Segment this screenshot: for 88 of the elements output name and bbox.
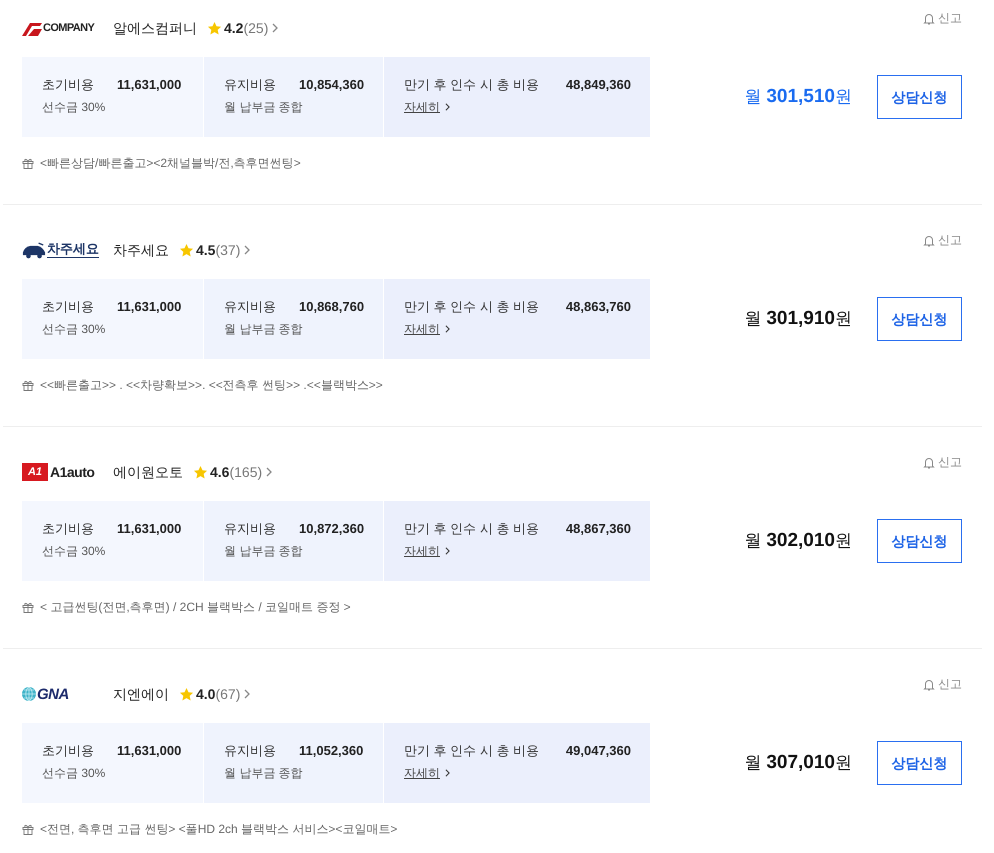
cost-value: 10,872,360 bbox=[299, 520, 364, 538]
cost-label: 초기비용 bbox=[42, 298, 95, 316]
consult-button[interactable]: 상담신청 bbox=[877, 519, 962, 563]
chevron-icon bbox=[445, 547, 450, 555]
cost-label: 만기 후 인수 시 총 비용 bbox=[404, 520, 540, 538]
details-link[interactable]: 자세히 bbox=[404, 321, 450, 337]
gift-icon bbox=[22, 823, 34, 835]
logo-wordmark: COMPANY bbox=[43, 22, 94, 34]
logo-wordmark: 차주세요 bbox=[47, 242, 99, 258]
cost-note: 선수금 30% bbox=[42, 99, 106, 115]
cost-label: 초기비용 bbox=[42, 742, 95, 760]
rating-link[interactable]: 4.0(67) bbox=[179, 684, 250, 704]
company-name: 지엔에이 bbox=[113, 684, 169, 704]
rating-link[interactable]: 4.2(25) bbox=[207, 18, 278, 38]
gift-benefits: <빠른상담/빠른출고><2채널블박/전,측후면썬팅> bbox=[40, 155, 301, 172]
chevron-icon bbox=[244, 689, 250, 699]
chevron-icon bbox=[445, 103, 450, 111]
bell-icon bbox=[923, 12, 935, 24]
cost-label: 만기 후 인수 시 총 비용 bbox=[404, 76, 540, 94]
report-button[interactable]: 신고 bbox=[923, 10, 962, 26]
star-icon bbox=[179, 242, 194, 258]
cost-note: 월 납부금 종합 bbox=[224, 99, 303, 115]
company-name: 에이원오토 bbox=[113, 462, 183, 482]
gift-benefits: <전면, 측후면 고급 썬팅> <풀HD 2ch 블랙박스 서비스><코일매트> bbox=[40, 821, 398, 838]
cost-value: 48,867,360 bbox=[566, 520, 631, 538]
cost-value: 11,631,000 bbox=[117, 298, 182, 316]
cost-note: 선수금 30% bbox=[42, 543, 106, 559]
cost-value: 10,854,360 bbox=[299, 76, 364, 94]
cost-value: 11,052,360 bbox=[299, 742, 364, 760]
cost-note: 월 납부금 종합 bbox=[224, 321, 303, 337]
cost-value: 11,631,000 bbox=[117, 520, 182, 538]
star-icon bbox=[193, 464, 208, 480]
cost-label: 유지비용 bbox=[224, 742, 277, 760]
consult-button[interactable]: 상담신청 bbox=[877, 75, 962, 119]
cost-label: 유지비용 bbox=[224, 76, 277, 94]
cost-note: 월 납부금 종합 bbox=[224, 765, 303, 781]
cost-value: 11,631,000 bbox=[117, 76, 182, 94]
star-icon bbox=[179, 686, 194, 702]
report-button[interactable]: 신고 bbox=[923, 454, 962, 470]
logo-mark-icon bbox=[22, 20, 42, 36]
cost-label: 만기 후 인수 시 총 비용 bbox=[404, 742, 540, 760]
cost-note: 선수금 30% bbox=[42, 765, 106, 781]
rating-link[interactable]: 4.6(165) bbox=[193, 462, 272, 482]
chevron-icon bbox=[272, 23, 278, 33]
report-button[interactable]: 신고 bbox=[923, 232, 962, 248]
gift-icon bbox=[22, 157, 34, 169]
cost-value: 49,047,360 bbox=[566, 742, 631, 760]
car-logo-icon bbox=[22, 242, 46, 258]
bell-icon bbox=[923, 456, 935, 468]
report-button[interactable]: 신고 bbox=[923, 676, 962, 692]
star-icon bbox=[207, 20, 222, 36]
gift-benefits: < 고급썬팅(전면,측후면) / 2CH 블랙박스 / 코일매트 증정 > bbox=[40, 599, 351, 616]
chevron-icon bbox=[445, 769, 450, 777]
cost-label: 초기비용 bbox=[42, 520, 95, 538]
chevron-icon bbox=[244, 245, 250, 255]
gift-icon bbox=[22, 601, 34, 613]
bell-icon bbox=[923, 678, 935, 690]
cost-label: 만기 후 인수 시 총 비용 bbox=[404, 298, 540, 316]
details-link[interactable]: 자세히 bbox=[404, 765, 450, 781]
consult-button[interactable]: 상담신청 bbox=[877, 741, 962, 785]
globe-icon bbox=[22, 687, 36, 701]
cost-value: 10,868,760 bbox=[299, 298, 364, 316]
monthly-price: 월 307,010원 bbox=[744, 750, 852, 775]
chevron-icon bbox=[266, 467, 272, 477]
rating-link[interactable]: 4.5(37) bbox=[179, 240, 250, 260]
logo-wordmark: GNA bbox=[37, 686, 69, 702]
consult-button[interactable]: 상담신청 bbox=[877, 297, 962, 341]
logo-badge: A1 bbox=[22, 463, 48, 481]
monthly-price: 월 301,510원 bbox=[744, 84, 852, 109]
details-link[interactable]: 자세히 bbox=[404, 99, 450, 115]
company-name: 알에스컴퍼니 bbox=[113, 18, 197, 38]
cost-label: 유지비용 bbox=[224, 298, 277, 316]
monthly-price: 월 302,010원 bbox=[744, 528, 852, 553]
chevron-icon bbox=[445, 325, 450, 333]
details-link[interactable]: 자세히 bbox=[404, 543, 450, 559]
gift-icon bbox=[22, 379, 34, 391]
cost-note: 월 납부금 종합 bbox=[224, 543, 303, 559]
bell-icon bbox=[923, 234, 935, 246]
cost-note: 선수금 30% bbox=[42, 321, 106, 337]
logo-wordmark: A1auto bbox=[50, 465, 94, 479]
monthly-price: 월 301,910원 bbox=[744, 306, 852, 331]
gift-benefits: <<빠른출고>> . <<차량확보>>. <<전측후 썬팅>> .<<블랙박스>> bbox=[40, 377, 383, 394]
cost-value: 11,631,000 bbox=[117, 742, 182, 760]
company-name: 차주세요 bbox=[113, 240, 169, 260]
cost-value: 48,863,760 bbox=[566, 298, 631, 316]
cost-label: 초기비용 bbox=[42, 76, 95, 94]
cost-label: 유지비용 bbox=[224, 520, 277, 538]
cost-value: 48,849,360 bbox=[566, 76, 631, 94]
